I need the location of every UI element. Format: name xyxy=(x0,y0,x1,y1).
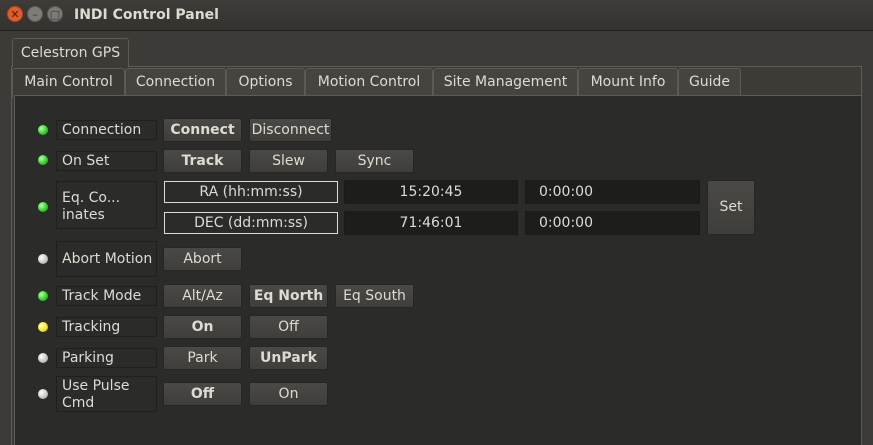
abort-motion-status-light xyxy=(38,254,48,264)
unpark-button[interactable]: UnPark xyxy=(249,346,328,370)
eq-north-button[interactable]: Eq North xyxy=(249,284,328,308)
tracking-off-button[interactable]: Off xyxy=(249,315,328,339)
set-coordinates-button[interactable]: Set xyxy=(707,180,755,235)
ra-current-value: 15:20:45 xyxy=(344,180,518,204)
parking-label: Parking xyxy=(56,348,157,368)
ra-field-label: RA (hh:mm:ss) xyxy=(164,181,338,203)
use-pulse-cmd-status-light xyxy=(38,389,48,399)
tab-motion-control[interactable]: Motion Control xyxy=(305,68,433,96)
tab-connection[interactable]: Connection xyxy=(125,68,226,96)
on-set-status-light xyxy=(38,155,48,165)
pulse-cmd-on-button[interactable]: On xyxy=(249,382,328,406)
abort-button[interactable]: Abort xyxy=(163,247,242,271)
track-button[interactable]: Track xyxy=(163,149,242,173)
window-titlebar: ✕ – □ INDI Control Panel xyxy=(0,0,873,31)
tracking-status-light xyxy=(38,322,48,332)
alt-az-button[interactable]: Alt/Az xyxy=(163,284,242,308)
tab-options[interactable]: Options xyxy=(226,68,305,96)
track-mode-status-light xyxy=(38,291,48,301)
on-set-label: On Set xyxy=(56,151,157,171)
window-minimize-button[interactable]: – xyxy=(27,6,43,22)
window-close-button[interactable]: ✕ xyxy=(7,6,23,22)
dec-field-label: DEC (dd:mm:ss) xyxy=(164,212,338,234)
tab-mount-info[interactable]: Mount Info xyxy=(578,68,678,96)
abort-motion-label: Abort Motion xyxy=(56,241,157,277)
eq-coordinates-status-light xyxy=(38,202,48,212)
device-tab-celestron-gps[interactable]: Celestron GPS xyxy=(12,38,129,67)
tracking-label: Tracking xyxy=(56,317,157,337)
parking-status-light xyxy=(38,353,48,363)
eq-south-button[interactable]: Eq South xyxy=(335,284,414,308)
window-title: INDI Control Panel xyxy=(74,7,219,23)
tracking-on-button[interactable]: On xyxy=(163,315,242,339)
use-pulse-cmd-label: Use Pulse Cmd xyxy=(56,376,157,412)
tab-main-control[interactable]: Main Control xyxy=(12,68,125,98)
track-mode-label: Track Mode xyxy=(56,286,157,306)
sync-button[interactable]: Sync xyxy=(335,149,414,173)
dec-current-value: 71:46:01 xyxy=(344,211,518,235)
window-maximize-button[interactable]: □ xyxy=(47,6,63,22)
connection-label: Connection xyxy=(56,120,157,140)
slew-button[interactable]: Slew xyxy=(249,149,328,173)
pulse-cmd-off-button[interactable]: Off xyxy=(163,382,242,406)
connection-status-light xyxy=(38,125,48,135)
connect-button[interactable]: Connect xyxy=(163,118,242,142)
tab-guide[interactable]: Guide xyxy=(678,68,741,96)
park-button[interactable]: Park xyxy=(163,346,242,370)
eq-coordinates-label: Eq. Co... inates xyxy=(56,181,157,229)
disconnect-button[interactable]: Disconnect xyxy=(249,118,332,142)
ra-target-input[interactable]: 0:00:00 xyxy=(525,180,700,204)
tab-site-management[interactable]: Site Management xyxy=(433,68,578,96)
dec-target-input[interactable]: 0:00:00 xyxy=(525,211,700,235)
